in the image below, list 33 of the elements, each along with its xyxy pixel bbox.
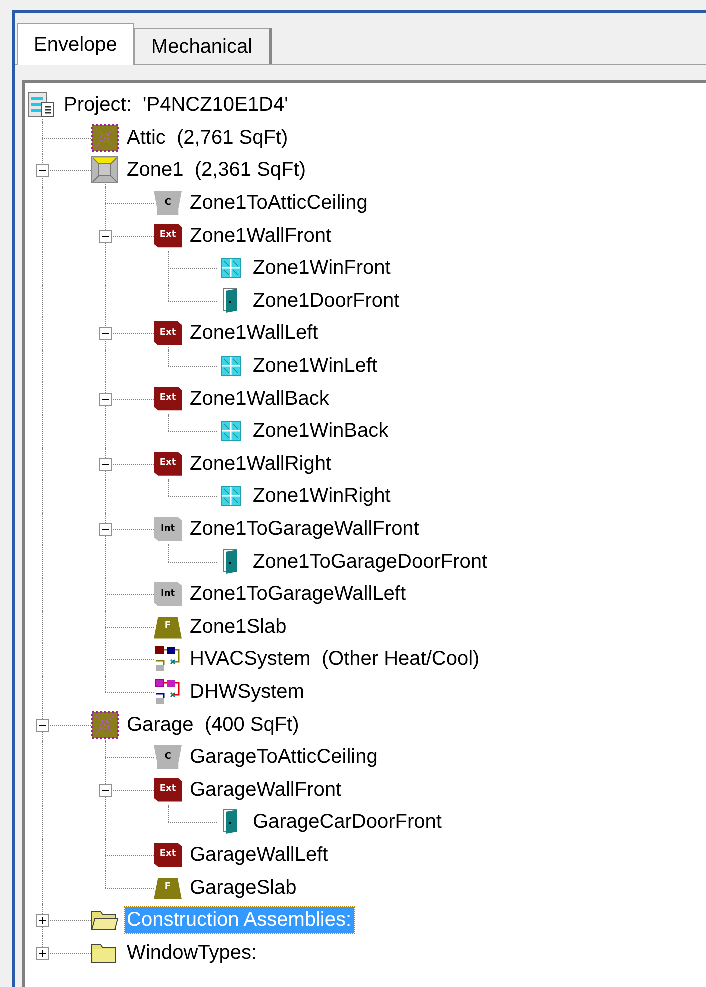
collapse-toggle[interactable] <box>99 230 112 243</box>
collapse-toggle[interactable] <box>99 327 112 340</box>
interior-wall-icon: Int <box>154 517 182 542</box>
project-icon <box>28 91 56 120</box>
interior-wall-icon: Int <box>154 582 182 606</box>
exterior-wall-icon: Ext <box>154 386 182 411</box>
collapse-toggle[interactable] <box>36 718 49 732</box>
exterior-wall-icon: Ext <box>154 452 182 476</box>
exterior-wall-icon: Ext <box>154 224 182 248</box>
slab-icon: F <box>154 614 182 639</box>
window-icon <box>221 421 241 442</box>
ceiling-icon: C <box>154 191 182 216</box>
window-icon <box>221 486 241 506</box>
zone-icon <box>91 124 119 152</box>
water-heater-system-icon <box>154 678 182 706</box>
expand-toggle[interactable] <box>36 914 49 928</box>
exterior-wall-icon: Ext <box>154 842 182 867</box>
collapse-toggle[interactable] <box>99 458 112 471</box>
collapse-toggle[interactable] <box>99 392 112 406</box>
collapse-toggle[interactable] <box>99 523 112 536</box>
tab[interactable]: Mechanical <box>134 28 272 64</box>
exterior-wall-icon: Ext <box>154 778 182 802</box>
tab[interactable]: Envelope <box>17 23 134 65</box>
zone-icon <box>91 710 119 739</box>
hvac-system-icon <box>154 645 182 674</box>
ceiling-icon: C <box>154 745 182 770</box>
collapse-toggle[interactable] <box>36 164 49 178</box>
collapse-toggle[interactable] <box>99 784 112 797</box>
window-icon <box>221 258 241 278</box>
expand-toggle[interactable] <box>36 946 49 960</box>
exterior-wall-icon: Ext <box>154 321 182 346</box>
slab-icon: F <box>154 876 182 900</box>
window-icon <box>221 356 241 376</box>
